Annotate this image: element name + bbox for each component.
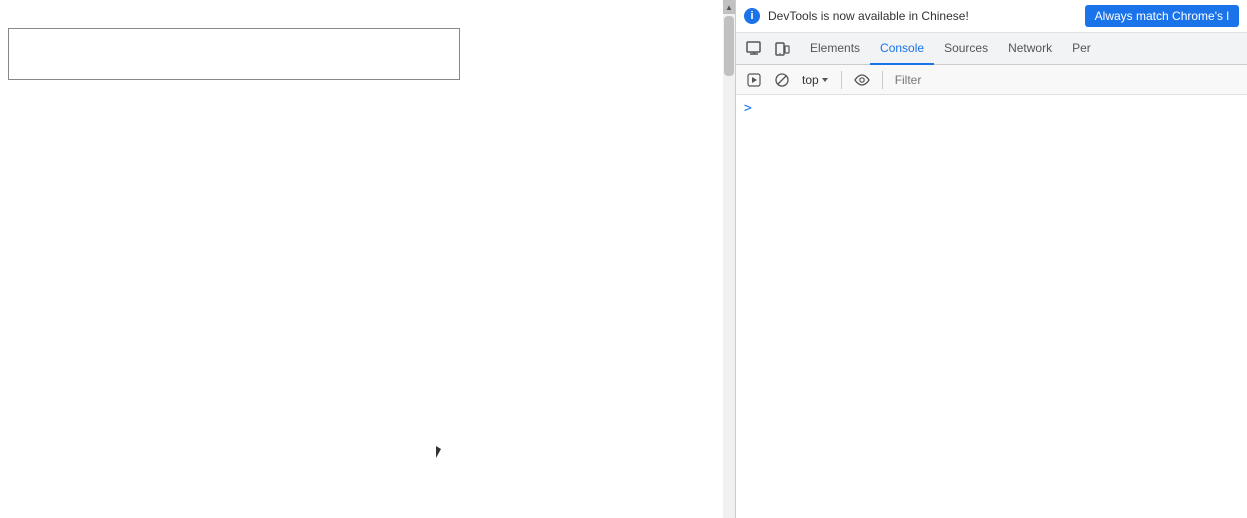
browser-page: ▲ xyxy=(0,0,735,518)
console-output: > xyxy=(736,95,1247,518)
scrollbar-track: ▲ xyxy=(723,0,735,518)
devtools-tabs: Elements Console Sources Network Per xyxy=(736,33,1247,65)
device-icon xyxy=(774,41,790,57)
devtools-panel: i DevTools is now available in Chinese! … xyxy=(735,0,1247,518)
eye-icon xyxy=(854,74,870,86)
tab-per[interactable]: Per xyxy=(1062,33,1101,65)
toolbar-divider-2 xyxy=(882,71,883,89)
play-icon xyxy=(747,73,761,87)
match-chrome-button[interactable]: Always match Chrome's l xyxy=(1085,5,1239,27)
block-icon xyxy=(775,73,789,87)
inspect-element-button[interactable] xyxy=(740,35,768,63)
devtools-toolbar-icons xyxy=(740,35,796,63)
console-toolbar: top xyxy=(736,65,1247,95)
device-toolbar-button[interactable] xyxy=(768,35,796,63)
prompt-arrow: > xyxy=(744,101,752,116)
console-prompt-row: > xyxy=(736,99,1247,118)
tab-network[interactable]: Network xyxy=(998,33,1062,65)
tab-console[interactable]: Console xyxy=(870,33,934,65)
scrollbar-thumb[interactable] xyxy=(724,16,734,76)
clear-button[interactable] xyxy=(770,68,794,92)
chevron-down-icon xyxy=(821,76,829,84)
notification-text: DevTools is now available in Chinese! xyxy=(768,9,1077,23)
tab-sources[interactable]: Sources xyxy=(934,33,998,65)
tab-elements[interactable]: Elements xyxy=(800,33,870,65)
filter-input[interactable] xyxy=(891,71,1241,89)
info-icon: i xyxy=(744,8,760,24)
context-selector[interactable]: top xyxy=(798,71,833,89)
page-content xyxy=(0,0,735,518)
eye-button[interactable] xyxy=(850,68,874,92)
devtools-notification: i DevTools is now available in Chinese! … xyxy=(736,0,1247,33)
scrollbar-up-arrow[interactable]: ▲ xyxy=(723,0,735,14)
text-input-box[interactable] xyxy=(8,28,460,80)
toolbar-divider xyxy=(841,71,842,89)
run-button[interactable] xyxy=(742,68,766,92)
inspect-icon xyxy=(746,41,762,57)
